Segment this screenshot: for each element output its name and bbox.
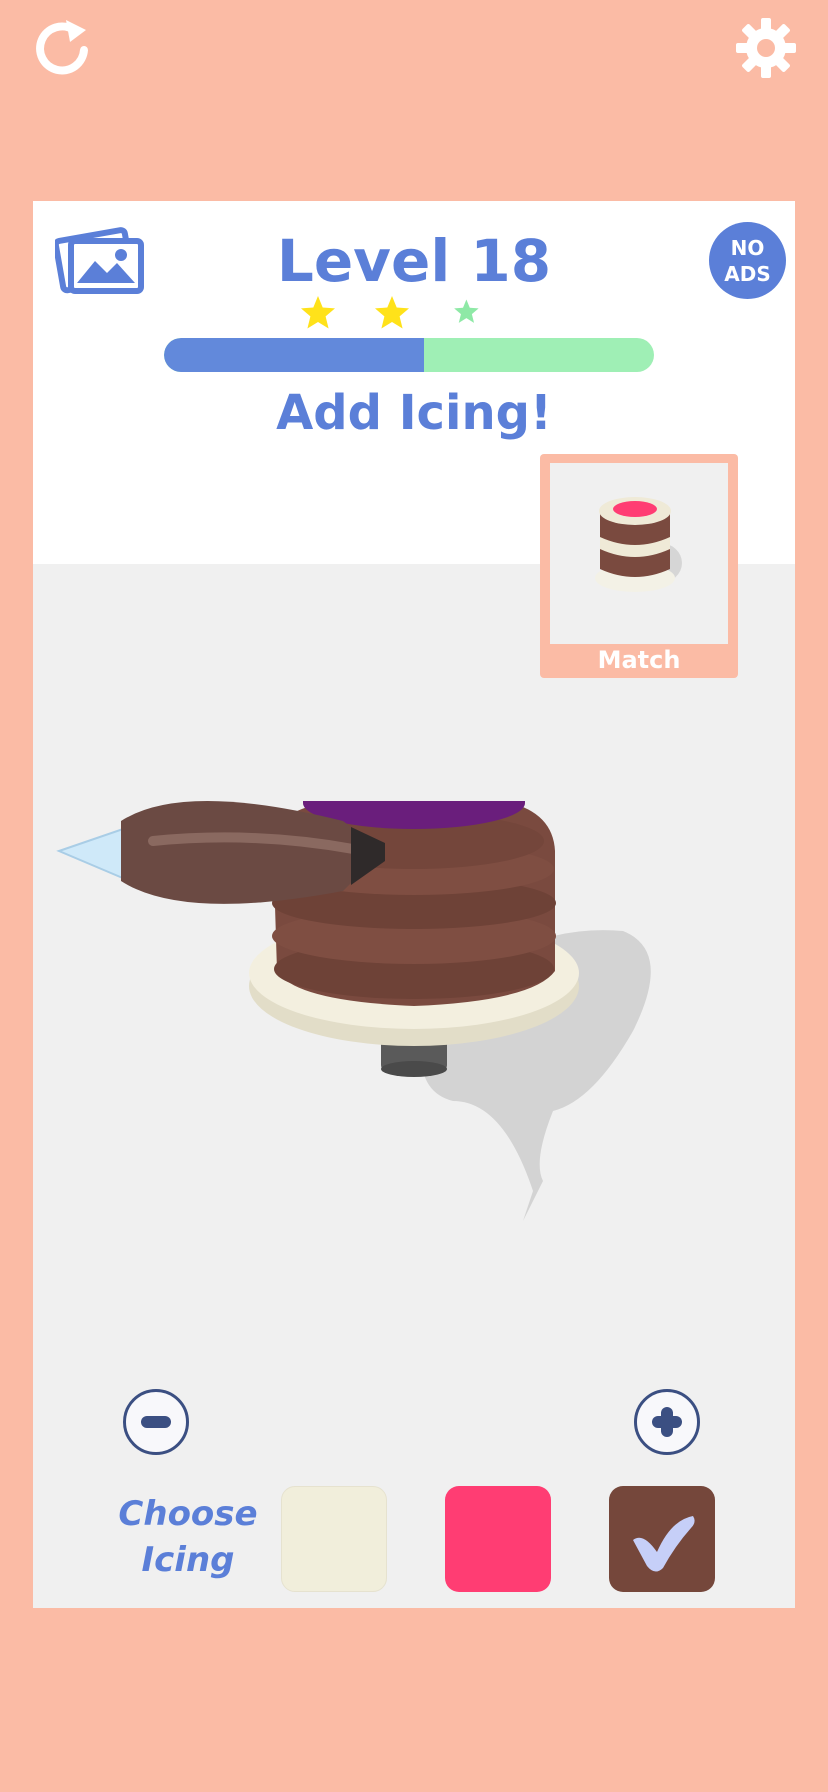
cake-scene[interactable] [33, 801, 795, 1361]
icing-swatch-pink[interactable] [445, 1486, 551, 1592]
game-card: Level 18 NO ADS Add Icing! Match Choose … [33, 201, 795, 1608]
increase-button[interactable] [634, 1389, 700, 1455]
target-cake-preview [595, 497, 682, 592]
match-label: Match [597, 646, 681, 674]
choose-icing-line1: Choose [118, 1494, 258, 1534]
checkmark-icon [633, 1516, 695, 1572]
level-progress-bar [164, 338, 654, 372]
restart-icon [36, 20, 88, 75]
settings-button[interactable] [734, 16, 798, 80]
match-preview [550, 463, 728, 644]
icing-swatch-chocolate[interactable] [609, 1486, 715, 1592]
no-ads-button[interactable]: NO ADS [709, 222, 786, 299]
star-icon [375, 296, 409, 329]
choose-icing-label: Choose Icing [108, 1491, 268, 1583]
restart-button[interactable] [30, 16, 94, 80]
star-icon [454, 299, 479, 323]
instruction-text: Add Icing! [276, 385, 552, 441]
level-title: Level 18 [276, 227, 552, 295]
plus-icon [652, 1407, 682, 1437]
gear-icon [736, 18, 796, 78]
no-ads-label-line1: NO [730, 235, 765, 260]
minus-icon [141, 1416, 171, 1428]
choose-icing-line2: Icing [141, 1540, 235, 1580]
no-ads-label-line2: ADS [724, 261, 771, 286]
icing-swatch-cream[interactable] [281, 1486, 387, 1592]
star-icon [301, 296, 335, 329]
level-progress-fill [164, 338, 424, 372]
decrease-button[interactable] [123, 1389, 189, 1455]
match-card: Match [540, 454, 738, 678]
star-rating [301, 296, 479, 329]
